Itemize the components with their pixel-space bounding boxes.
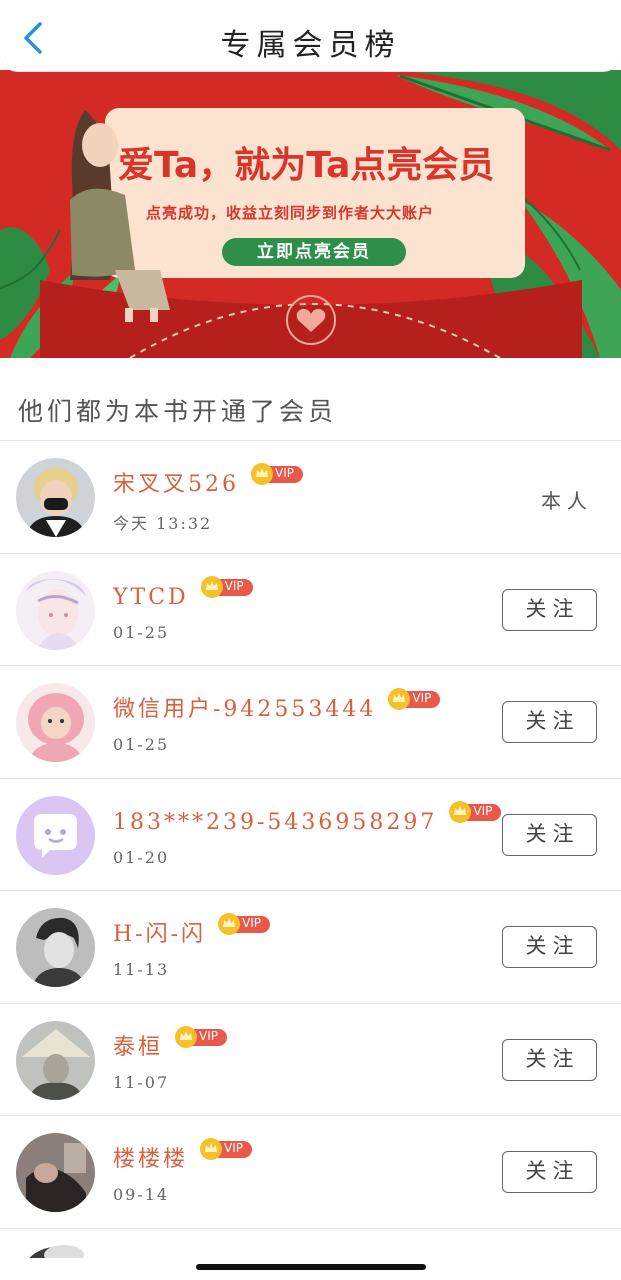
member-name-text: 183***239-5436958297 — [113, 809, 438, 835]
self-label: 本人 — [541, 489, 593, 513]
member-name: 183***239-5436958297 VIP — [113, 800, 502, 835]
top-nav-bar: 专属会员榜 — [0, 0, 621, 72]
vip-badge: VIP — [388, 688, 441, 710]
vip-label: VIP — [224, 1141, 243, 1155]
banner-headline: 爱Ta，就为Ta点亮会员 — [118, 145, 495, 186]
follow-button[interactable]: 关注 — [502, 701, 597, 743]
banner-cta-button[interactable]: 立即点亮会员 — [222, 238, 406, 266]
vip-badge: VIP — [175, 1025, 228, 1048]
avatar[interactable] — [16, 570, 95, 650]
member-name: H-闪-闪 VIP — [113, 913, 271, 948]
vip-label: VIP — [199, 1028, 218, 1043]
follow-button[interactable]: 关注 — [502, 588, 597, 631]
banner-subline: 点亮成功，收益立刻同步到作者大大账户 — [146, 204, 435, 222]
avatar[interactable] — [16, 1133, 95, 1212]
list-item[interactable]: 楼楼楼 VIP 09-14 关注 — [0, 1116, 621, 1229]
member-name-text: 微信用户-942553444 — [113, 697, 377, 722]
vip-badge: VIP — [200, 1138, 253, 1160]
list-item-partial — [16, 1244, 95, 1258]
vip-label: VIP — [242, 916, 262, 930]
member-name: 宋叉叉526 VIP — [113, 463, 303, 498]
list-item[interactable]: 183***239-5436958297 VIP 01-20 关注 — [0, 779, 621, 891]
member-name: 楼楼楼 VIP — [113, 1138, 253, 1173]
member-name-text: 楼楼楼 — [113, 1147, 189, 1172]
vip-label: VIP — [224, 578, 244, 593]
vip-label: VIP — [473, 803, 493, 818]
member-name-text: H-闪-闪 — [113, 922, 207, 947]
member-date: 01-25 — [113, 735, 170, 754]
member-date: 11-13 — [113, 960, 170, 979]
member-name: 泰桓 VIP — [113, 1025, 228, 1061]
member-date: 今天 13:32 — [113, 514, 213, 533]
follow-button[interactable]: 关注 — [502, 1151, 597, 1193]
avatar[interactable] — [16, 1020, 95, 1100]
avatar[interactable] — [16, 795, 95, 875]
follow-button[interactable]: 关注 — [502, 926, 597, 968]
member-name-text: 泰桓 — [113, 1034, 164, 1060]
list-item[interactable]: 宋叉叉526 VIP 今天 13:32 本人 — [0, 441, 621, 554]
vip-badge: VIP — [200, 575, 253, 598]
vip-badge: VIP — [251, 463, 303, 485]
vip-label: VIP — [275, 466, 294, 480]
member-name: YTCD VIP — [113, 575, 253, 610]
follow-button[interactable]: 关注 — [502, 813, 597, 856]
member-date: 11-07 — [113, 1072, 170, 1092]
member-date: 01-20 — [113, 847, 170, 867]
vip-badge: VIP — [218, 913, 271, 935]
member-name-text: 宋叉叉526 — [113, 472, 239, 497]
vip-badge: VIP — [449, 800, 502, 823]
member-name: 微信用户-942553444 VIP — [113, 688, 441, 723]
avatar[interactable] — [16, 458, 95, 537]
page-title: 专属会员榜 — [220, 28, 401, 63]
member-name-text: YTCD — [113, 584, 189, 610]
list-item[interactable]: 泰桓 VIP 11-07 关注 — [0, 1004, 621, 1116]
list-item[interactable]: YTCD VIP 01-25 关注 — [0, 554, 621, 666]
member-date: 01-25 — [113, 622, 170, 642]
list-item[interactable]: 微信用户-942553444 VIP 01-25 关注 — [0, 666, 621, 779]
member-list: 宋叉叉526 VIP 今天 13:32 本人 YTCD VIP 01-25 关注 — [0, 441, 621, 1229]
member-date: 09-14 — [113, 1185, 170, 1204]
follow-button[interactable]: 关注 — [502, 1038, 597, 1081]
promo-banner[interactable]: 爱Ta，就为Ta点亮会员 点亮成功，收益立刻同步到作者大大账户 立即点亮会员 — [0, 70, 621, 358]
avatar[interactable] — [16, 908, 95, 987]
home-indicator — [196, 1264, 426, 1270]
avatar[interactable] — [16, 683, 95, 762]
list-item[interactable]: H-闪-闪 VIP 11-13 关注 — [0, 891, 621, 1004]
vip-label: VIP — [412, 691, 432, 705]
section-title: 他们都为本书开通了会员 — [18, 397, 338, 426]
